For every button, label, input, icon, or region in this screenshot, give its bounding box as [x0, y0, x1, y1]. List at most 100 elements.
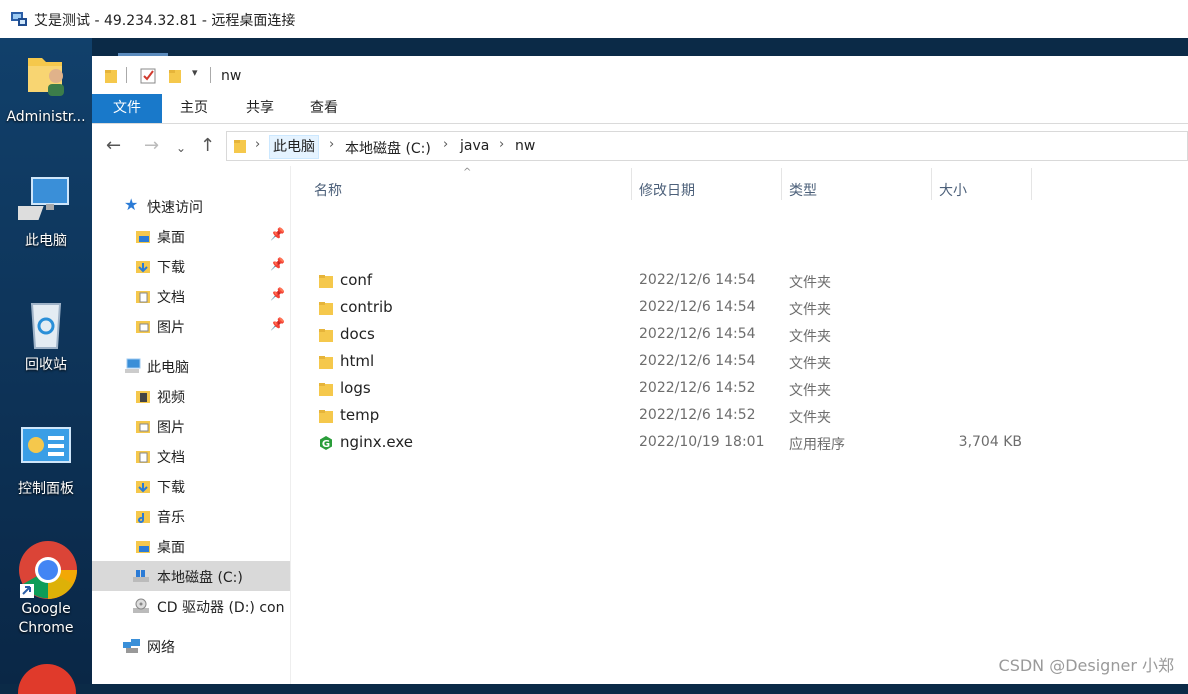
rdp-title-bar: 艾是测试 - 49.234.32.81 - 远程桌面连接: [0, 0, 1188, 39]
desktop-item-control-panel[interactable]: 控制面板: [0, 420, 92, 499]
nav-item-label: CD 驱动器 (D:) con: [157, 600, 285, 616]
column-divider[interactable]: [631, 168, 632, 200]
desktop-item-administrator[interactable]: Administr...: [0, 48, 92, 127]
nav-pc-local-disk[interactable]: 本地磁盘 (C:): [92, 561, 290, 591]
pictures-folder-icon: [135, 318, 151, 334]
nav-this-pc[interactable]: 此电脑: [92, 351, 290, 381]
documents-folder-icon: [135, 448, 151, 464]
file-date: 2022/10/19 18:01: [639, 434, 765, 450]
desktop-item-this-pc[interactable]: 此电脑: [0, 172, 92, 251]
back-arrow-icon[interactable]: ←: [106, 136, 121, 156]
nav-item-label: 网络: [147, 640, 175, 656]
file-name: html: [340, 352, 375, 370]
file-row-logs[interactable]: logs 2022/12/6 14:52 文件夹: [310, 376, 1030, 403]
folder-icon: [318, 381, 334, 397]
file-name: conf: [340, 271, 373, 289]
nav-item-label: 文档: [157, 450, 185, 466]
nav-pc-cd-drive[interactable]: CD 驱动器 (D:) con: [92, 591, 290, 621]
nav-pc-documents[interactable]: 文档: [92, 441, 290, 471]
column-divider[interactable]: [931, 168, 932, 200]
file-date: 2022/12/6 14:54: [639, 272, 756, 288]
desktop: Administr... 此电脑 回收站 控制面板 Google Chrome: [0, 38, 92, 694]
pictures-folder-icon: [135, 418, 151, 434]
file-row-contrib[interactable]: contrib 2022/12/6 14:54 文件夹: [310, 295, 1030, 322]
column-divider[interactable]: [1031, 168, 1032, 200]
folder-icon: [318, 327, 334, 343]
desktop-item-label: 回收站: [25, 357, 67, 373]
nav-item-label: 视频: [157, 390, 185, 406]
column-divider[interactable]: [781, 168, 782, 200]
desktop-item-recycle-bin[interactable]: 回收站: [0, 296, 92, 375]
desktop-item-chrome[interactable]: Google Chrome: [0, 540, 92, 638]
properties-icon[interactable]: [140, 68, 156, 88]
nav-pc-videos[interactable]: 视频: [92, 381, 290, 411]
forward-arrow-icon[interactable]: →: [144, 136, 159, 156]
nav-pc-desktop[interactable]: 桌面: [92, 531, 290, 561]
new-folder-icon[interactable]: [168, 68, 182, 88]
file-type: 文件夹: [789, 356, 831, 372]
pin-icon[interactable]: 📌: [270, 287, 285, 301]
nav-quick-access[interactable]: ★ 快速访问: [92, 191, 290, 221]
folder-icon: [318, 300, 334, 316]
nav-item-label: 音乐: [157, 510, 185, 526]
column-header-type[interactable]: 类型: [789, 180, 817, 200]
up-arrow-icon[interactable]: ↑: [200, 136, 215, 156]
file-row-html[interactable]: html 2022/12/6 14:54 文件夹: [310, 349, 1030, 376]
recent-locations-chevron-icon[interactable]: ⌄: [176, 138, 186, 158]
file-row-conf[interactable]: conf 2022/12/6 14:54 文件夹: [310, 268, 1030, 295]
nav-pc-pictures[interactable]: 图片: [92, 411, 290, 441]
tab-share[interactable]: 共享: [234, 94, 286, 123]
desktop-folder-icon: [135, 228, 151, 244]
breadcrumb-separator-icon[interactable]: ›: [329, 137, 334, 152]
file-row-docs[interactable]: docs 2022/12/6 14:54 文件夹: [310, 322, 1030, 349]
nav-pc-downloads[interactable]: 下载: [92, 471, 290, 501]
breadcrumb-local-disk[interactable]: 本地磁盘 (C:): [345, 138, 431, 158]
file-list: ^ 名称 修改日期 类型 大小 conf 2022/12/6 14:54 文件夹…: [290, 166, 1188, 684]
pin-icon[interactable]: 📌: [270, 227, 285, 241]
breadcrumb-separator-icon[interactable]: ›: [255, 137, 260, 152]
tab-home[interactable]: 主页: [168, 94, 220, 123]
file-row-temp[interactable]: temp 2022/12/6 14:52 文件夹: [310, 403, 1030, 430]
window-title: nw: [221, 68, 242, 84]
breadcrumb-this-pc[interactable]: 此电脑: [269, 135, 319, 159]
pin-icon[interactable]: 📌: [270, 257, 285, 271]
nav-pc-music[interactable]: 音乐: [92, 501, 290, 531]
window-tab-strip: [92, 38, 1188, 56]
column-header-size[interactable]: 大小: [939, 180, 967, 200]
file-date: 2022/12/6 14:54: [639, 326, 756, 342]
tab-file[interactable]: 文件: [92, 94, 162, 123]
downloads-folder-icon: [135, 478, 151, 494]
nav-quick-documents[interactable]: 文档 📌: [92, 281, 290, 311]
file-row-nginx-exe[interactable]: G nginx.exe 2022/10/19 18:01 应用程序 3,704 …: [310, 430, 1030, 457]
file-date: 2022/12/6 14:52: [639, 407, 756, 423]
breadcrumb-separator-icon[interactable]: ›: [443, 137, 448, 152]
address-bar[interactable]: › 此电脑 › 本地磁盘 (C:) › java › nw: [226, 131, 1188, 161]
music-folder-icon: [135, 508, 151, 524]
nav-quick-downloads[interactable]: 下载 📌: [92, 251, 290, 281]
ribbon-tabs: 文件 主页 共享 查看: [92, 94, 1188, 124]
nav-item-label: 快速访问: [147, 200, 203, 216]
file-date: 2022/12/6 14:54: [639, 299, 756, 315]
star-icon: ★: [124, 195, 139, 214]
column-header-name[interactable]: 名称: [314, 180, 342, 200]
videos-folder-icon: [135, 388, 151, 404]
drive-icon: [132, 568, 149, 584]
customize-toolbar-dropdown-icon[interactable]: ▾: [192, 66, 198, 79]
file-explorer-window: ▾ nw 文件 主页 共享 查看 ← → ⌄ ↑ › 此电脑 › 本地磁盘 (C…: [92, 56, 1188, 684]
pin-icon[interactable]: 📌: [270, 317, 285, 331]
tab-view[interactable]: 查看: [298, 94, 350, 123]
file-name: nginx.exe: [340, 433, 413, 451]
file-date: 2022/12/6 14:52: [639, 380, 756, 396]
desktop-item-label: Administr...: [6, 109, 86, 125]
file-name: logs: [340, 379, 371, 397]
nginx-icon: G: [318, 435, 334, 451]
nav-quick-desktop[interactable]: 桌面 📌: [92, 221, 290, 251]
breadcrumb-separator-icon[interactable]: ›: [499, 137, 504, 152]
breadcrumb-nw[interactable]: nw: [515, 138, 535, 154]
nav-quick-pictures[interactable]: 图片 📌: [92, 311, 290, 341]
nav-network[interactable]: 网络: [92, 631, 290, 661]
column-header-date[interactable]: 修改日期: [639, 180, 695, 200]
breadcrumb-java[interactable]: java: [460, 138, 489, 154]
file-type: 文件夹: [789, 410, 831, 426]
nav-item-label: 文档: [157, 290, 185, 306]
